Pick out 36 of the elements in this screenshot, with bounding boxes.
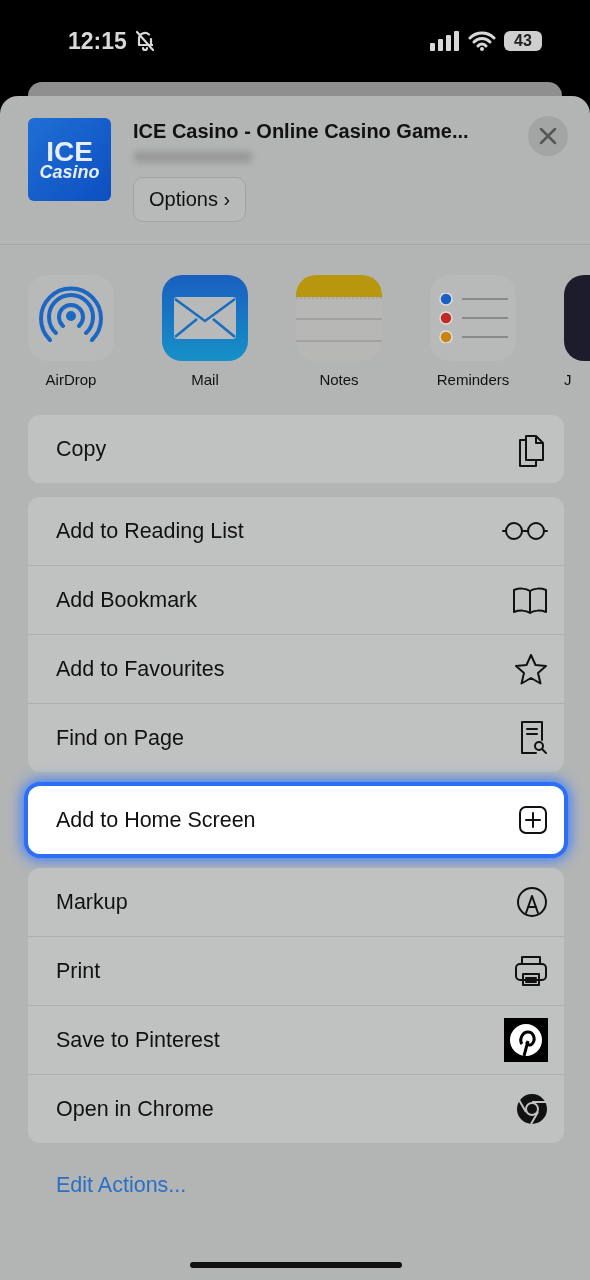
close-button[interactable]	[528, 116, 568, 156]
airdrop-icon[interactable]	[28, 275, 114, 361]
action-label[interactable]: Save to Pinterest	[56, 1027, 220, 1053]
app-label: J	[564, 371, 572, 388]
options-button[interactable]: Options ›	[133, 177, 247, 222]
action-label[interactable]: Add Bookmark	[56, 587, 197, 613]
app-label: AirDrop	[45, 371, 97, 388]
app-logo: ICE Casino	[28, 118, 111, 201]
battery-level: 43	[504, 31, 542, 51]
action-label[interactable]: Open in Chrome	[56, 1096, 214, 1122]
action-label[interactable]: Add to Reading List	[56, 518, 244, 544]
clock-time: 12:15	[68, 27, 127, 55]
action-label[interactable]: Copy	[56, 436, 107, 462]
app-label: Mail	[191, 371, 219, 388]
chrome-icon	[516, 1093, 548, 1125]
close-icon	[539, 127, 557, 145]
pen-circle-icon	[516, 886, 548, 918]
star-icon	[514, 653, 548, 685]
add-square-icon	[518, 805, 548, 835]
page-title: ICE Casino - Online Casino Game...	[133, 120, 470, 143]
pinterest-icon	[504, 1018, 548, 1062]
checklist-icon[interactable]	[430, 275, 516, 361]
action-label[interactable]: Print	[56, 958, 101, 984]
printer-icon	[514, 955, 548, 987]
signal-icon	[430, 31, 460, 51]
action-label[interactable]: Markup	[56, 889, 128, 915]
wifi-icon	[468, 31, 496, 51]
book-icon	[512, 586, 548, 614]
action-label[interactable]: Add to Home Screen	[56, 807, 256, 833]
document-search-icon	[518, 720, 548, 756]
envelope-icon[interactable]	[162, 275, 248, 361]
app-label: Reminders	[436, 371, 510, 388]
action-label[interactable]: Add to Favourites	[56, 656, 225, 682]
action-label[interactable]: Find on Page	[56, 725, 184, 751]
app-label: Notes	[319, 371, 359, 388]
glasses-icon	[502, 521, 548, 541]
